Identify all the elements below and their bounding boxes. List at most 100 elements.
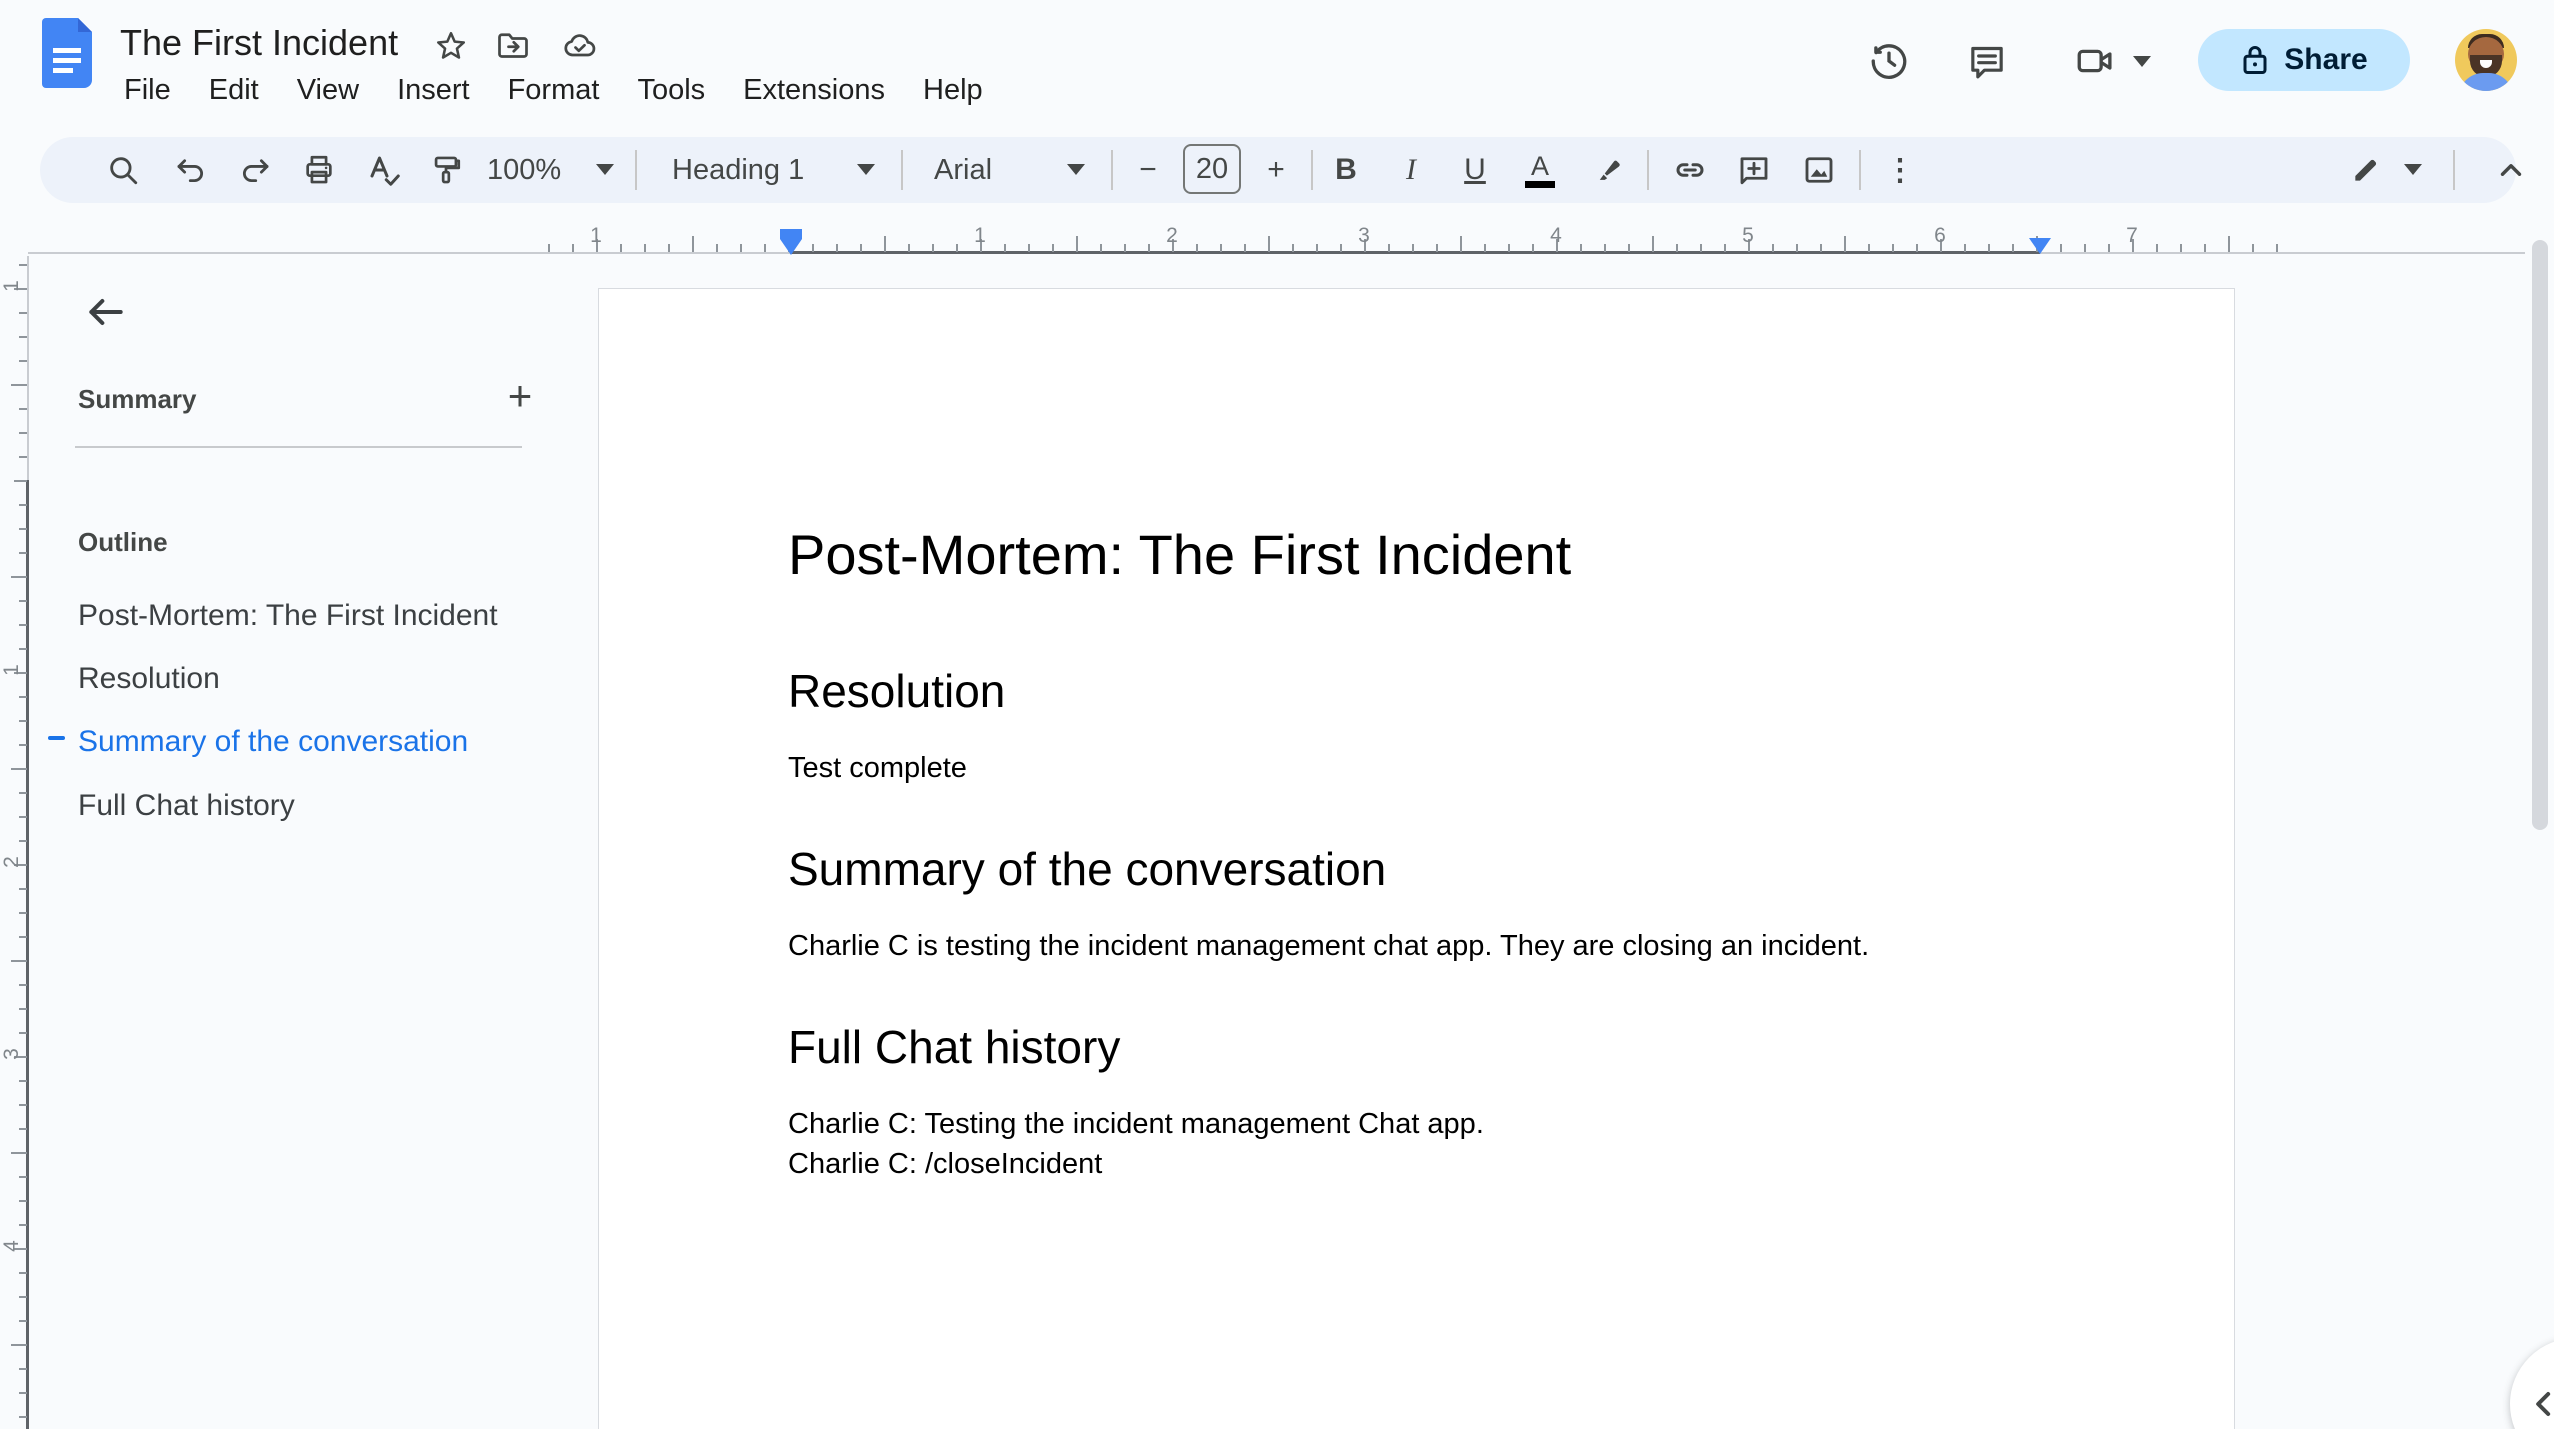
first-line-indent-marker[interactable] bbox=[780, 229, 802, 239]
menu-extensions[interactable]: Extensions bbox=[733, 70, 895, 111]
ruler-active-line bbox=[790, 251, 2040, 254]
version-history-icon[interactable] bbox=[1866, 38, 1912, 84]
insert-link-icon[interactable] bbox=[1666, 146, 1714, 194]
doc-paragraph[interactable]: Charlie C is testing the incident manage… bbox=[788, 930, 1869, 963]
ruler-number: 1 bbox=[590, 224, 602, 247]
ruler-number: 4 bbox=[0, 1240, 23, 1252]
google-docs-logo[interactable] bbox=[42, 18, 92, 88]
font-value: Arial bbox=[934, 153, 993, 186]
toolbar: 100% Heading 1 Arial − 20 + B I U A ⋮ bbox=[40, 137, 2522, 203]
search-menus-icon[interactable] bbox=[99, 146, 147, 194]
paragraph-style-select[interactable]: Heading 1 bbox=[672, 146, 804, 194]
ruler-number: 2 bbox=[0, 856, 23, 868]
font-size-input[interactable]: 20 bbox=[1183, 144, 1241, 194]
menu-edit[interactable]: Edit bbox=[199, 70, 269, 111]
undo-icon[interactable] bbox=[167, 146, 215, 194]
video-call-icon[interactable] bbox=[2072, 38, 2118, 84]
doc-paragraph[interactable]: Test complete bbox=[788, 752, 967, 785]
spell-check-icon[interactable] bbox=[360, 146, 408, 194]
toolbar-divider bbox=[2453, 150, 2455, 190]
ruler-number: 6 bbox=[1934, 224, 1946, 247]
paragraph-style-value: Heading 1 bbox=[672, 153, 805, 186]
ruler-number: 4 bbox=[1550, 224, 1562, 247]
toolbar-divider bbox=[1859, 150, 1861, 190]
outline-item[interactable]: Full Chat history bbox=[78, 786, 295, 826]
more-options-button[interactable]: ⋮ bbox=[1876, 146, 1924, 194]
ruler-number: 2 bbox=[1166, 224, 1178, 247]
comments-icon[interactable] bbox=[1964, 38, 2010, 84]
doc-heading-2[interactable]: Full Chat history bbox=[788, 1020, 1120, 1074]
outline-item[interactable]: Post-Mortem: The First Incident bbox=[78, 596, 498, 636]
move-folder-icon[interactable] bbox=[495, 28, 531, 64]
zoom-select[interactable]: 100% bbox=[487, 146, 561, 194]
menu-bar: File Edit View Insert Format Tools Exten… bbox=[114, 70, 993, 111]
menu-view[interactable]: View bbox=[287, 70, 369, 111]
vertical-ruler[interactable]: 1 1 2 3 4 bbox=[0, 256, 32, 1429]
decrease-font-size-button[interactable]: − bbox=[1124, 146, 1172, 194]
print-icon[interactable] bbox=[295, 146, 343, 194]
video-call-dropdown-caret[interactable] bbox=[2133, 56, 2151, 67]
font-caret-icon[interactable] bbox=[1067, 164, 1085, 175]
toolbar-divider bbox=[1647, 150, 1649, 190]
cloud-saved-icon[interactable] bbox=[562, 28, 598, 64]
outline-item-active[interactable]: Summary of the conversation bbox=[78, 722, 468, 762]
chevron-left-icon bbox=[2536, 1392, 2551, 1416]
ruler-number: 1 bbox=[0, 664, 23, 676]
menu-tools[interactable]: Tools bbox=[627, 70, 715, 111]
text-color-swatch bbox=[1525, 180, 1555, 188]
active-outline-dash bbox=[48, 736, 65, 740]
user-avatar[interactable] bbox=[2455, 29, 2517, 91]
doc-paragraph[interactable]: Charlie C: Testing the incident manageme… bbox=[788, 1108, 1484, 1141]
insert-image-icon[interactable] bbox=[1795, 146, 1843, 194]
redo-icon[interactable] bbox=[231, 146, 279, 194]
avatar-shirt bbox=[2459, 73, 2513, 91]
doc-heading-1[interactable]: Post-Mortem: The First Incident bbox=[788, 522, 1571, 587]
close-outline-back-button[interactable] bbox=[74, 280, 138, 344]
doc-heading-2[interactable]: Summary of the conversation bbox=[788, 842, 1386, 896]
text-color-glyph: A bbox=[1530, 150, 1549, 181]
underline-glyph: U bbox=[1464, 153, 1486, 186]
doc-heading-2[interactable]: Resolution bbox=[788, 664, 1005, 718]
lock-icon bbox=[2243, 46, 2267, 74]
add-comment-icon[interactable] bbox=[1730, 146, 1778, 194]
editing-mode-caret-icon[interactable] bbox=[2404, 164, 2422, 175]
text-color-button[interactable]: A bbox=[1516, 146, 1564, 194]
menu-help[interactable]: Help bbox=[913, 70, 993, 111]
highlight-color-icon[interactable] bbox=[1585, 146, 1633, 194]
zoom-caret-icon[interactable] bbox=[596, 164, 614, 175]
menu-format[interactable]: Format bbox=[498, 70, 610, 111]
toolbar-divider bbox=[1111, 150, 1113, 190]
underline-button[interactable]: U bbox=[1451, 146, 1499, 194]
menu-insert[interactable]: Insert bbox=[387, 70, 480, 111]
menu-file[interactable]: File bbox=[114, 70, 181, 111]
star-icon[interactable] bbox=[433, 28, 469, 64]
style-caret-icon[interactable] bbox=[857, 164, 875, 175]
horizontal-ruler[interactable]: 1 1 2 3 4 5 6 7 bbox=[0, 224, 2554, 256]
ruler-number: 3 bbox=[0, 1048, 23, 1060]
editing-mode-pencil-icon[interactable] bbox=[2342, 146, 2390, 194]
vertical-scrollbar-thumb[interactable] bbox=[2532, 240, 2548, 830]
font-select[interactable]: Arial bbox=[934, 146, 992, 194]
outline-item[interactable]: Resolution bbox=[78, 659, 220, 699]
show-side-panel-button[interactable] bbox=[2510, 1338, 2554, 1429]
share-button[interactable]: Share bbox=[2198, 29, 2410, 91]
paint-format-icon[interactable] bbox=[422, 146, 470, 194]
doc-paragraph[interactable]: Charlie C: /closeIncident bbox=[788, 1148, 1102, 1181]
add-summary-button[interactable]: + bbox=[496, 372, 544, 420]
ruler-number: 1 bbox=[974, 224, 986, 247]
right-indent-marker[interactable] bbox=[2029, 238, 2051, 254]
summary-section-label: Summary bbox=[78, 384, 197, 414]
bold-button[interactable]: B bbox=[1322, 146, 1370, 194]
summary-divider bbox=[75, 446, 522, 448]
increase-font-size-button[interactable]: + bbox=[1252, 146, 1300, 194]
toolbar-divider bbox=[1311, 150, 1313, 190]
hide-menus-chevron-icon[interactable] bbox=[2487, 146, 2535, 194]
italic-button[interactable]: I bbox=[1387, 146, 1435, 194]
left-indent-marker[interactable] bbox=[780, 239, 802, 255]
ruler-number: 7 bbox=[2126, 224, 2138, 247]
document-title[interactable]: The First Incident bbox=[120, 22, 398, 64]
share-button-label: Share bbox=[2284, 43, 2368, 76]
ruler-number: 5 bbox=[1742, 224, 1754, 247]
toolbar-divider bbox=[635, 150, 637, 190]
ruler-line bbox=[27, 256, 29, 480]
